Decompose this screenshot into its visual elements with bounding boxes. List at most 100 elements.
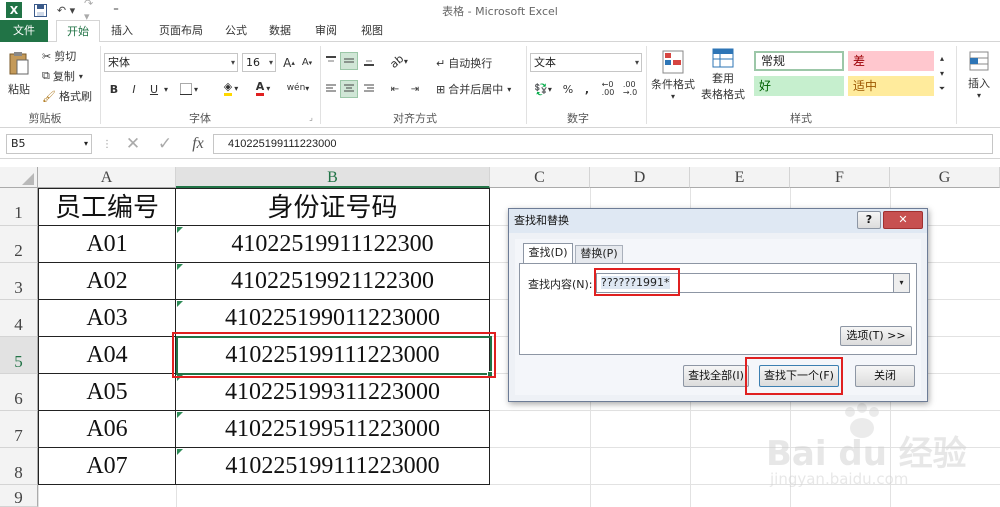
row-header-7[interactable]: 7: [0, 411, 38, 448]
options-button[interactable]: 选项(T) >>: [840, 326, 912, 346]
tab-file[interactable]: 文件: [0, 20, 48, 42]
row-header-9[interactable]: 9: [0, 485, 38, 507]
merge-center-button[interactable]: ⊞ 合并后居中 ▾: [436, 80, 511, 98]
bold-button[interactable]: B: [106, 80, 122, 98]
font-color-button[interactable]: A ▾: [250, 78, 276, 98]
tab-page-layout[interactable]: 页面布局: [150, 20, 212, 42]
decrease-decimal-button[interactable]: .00 →.0: [620, 80, 640, 98]
table-cell-id[interactable]: A06: [39, 411, 176, 448]
select-all-corner[interactable]: [0, 167, 38, 188]
table-cell-id[interactable]: A07: [39, 448, 176, 485]
formula-input[interactable]: 410225199111223000: [213, 134, 993, 154]
conditional-format-button[interactable]: 条件格式 ▾: [650, 46, 696, 104]
copy-button[interactable]: ⧉ 复制 ▾: [42, 68, 83, 84]
increase-indent-button[interactable]: ⇥: [406, 80, 424, 98]
tab-data[interactable]: 数据: [262, 20, 298, 42]
brush-icon: 🖌: [42, 89, 56, 103]
table-cell-idcard[interactable]: 410225199311223000: [176, 374, 490, 411]
number-format-select[interactable]: 文本 ▾: [530, 53, 642, 72]
shrink-font-button[interactable]: A ▾: [298, 54, 316, 71]
format-painter-button[interactable]: 🖌 格式刷: [42, 88, 92, 104]
style-bad[interactable]: 差: [848, 51, 934, 71]
column-header-g[interactable]: G: [890, 167, 1000, 188]
table-cell-id[interactable]: A02: [39, 263, 176, 300]
dialog-close-button[interactable]: ✕: [883, 211, 923, 229]
italic-button[interactable]: I: [126, 80, 142, 98]
insert-function-icon[interactable]: fx: [186, 134, 210, 154]
row-header-6[interactable]: 6: [0, 374, 38, 411]
comma-button[interactable]: ,: [580, 80, 594, 98]
number-group-label: 数字: [567, 112, 589, 125]
tab-review[interactable]: 审阅: [308, 20, 344, 42]
column-header-d[interactable]: D: [590, 167, 690, 188]
column-header-f[interactable]: F: [790, 167, 890, 188]
borders-button[interactable]: ▾: [176, 80, 202, 98]
tab-replace[interactable]: 替换(P): [575, 245, 623, 263]
underline-dropdown[interactable]: ▾: [162, 80, 170, 98]
row-header-1[interactable]: 1: [0, 188, 38, 226]
find-what-dropdown[interactable]: ▾: [893, 274, 909, 292]
row-header-8[interactable]: 8: [0, 448, 38, 485]
confirm-entry-icon[interactable]: ✓: [154, 134, 176, 154]
cut-button[interactable]: ✂ 剪切: [42, 48, 76, 64]
paste-button[interactable]: 粘贴: [4, 46, 34, 102]
format-as-table-button[interactable]: 套用 表格格式: [696, 46, 750, 104]
dialog-help-button[interactable]: ?: [857, 211, 881, 229]
column-header-c[interactable]: C: [490, 167, 590, 188]
row-header-2[interactable]: 2: [0, 226, 38, 263]
tab-view[interactable]: 视图: [354, 20, 390, 42]
column-header-a[interactable]: A: [38, 167, 176, 188]
tab-formulas[interactable]: 公式: [218, 20, 254, 42]
formula-bar-grip[interactable]: ⋮: [102, 138, 112, 150]
table-cell-id[interactable]: A01: [39, 226, 176, 263]
style-neutral[interactable]: 适中: [848, 76, 934, 96]
styles-scroll-up[interactable]: ▴: [936, 51, 948, 65]
styles-scroll-down[interactable]: ▾: [936, 66, 948, 80]
fill-color-button[interactable]: ◈ ▾: [218, 78, 244, 98]
grow-font-button[interactable]: A ▴: [280, 54, 298, 71]
align-middle-button[interactable]: [340, 52, 358, 70]
decrease-indent-button[interactable]: ⇤: [386, 80, 404, 98]
column-header-e[interactable]: E: [690, 167, 790, 188]
align-bottom-button[interactable]: [360, 52, 378, 70]
name-box[interactable]: B5 ▾: [6, 134, 92, 154]
underline-button[interactable]: U: [146, 80, 162, 98]
insert-cells-button[interactable]: 插入 ▾: [962, 46, 996, 104]
tab-find[interactable]: 查找(D): [523, 243, 573, 263]
font-name-select[interactable]: 宋体 ▾: [104, 53, 238, 72]
align-center-button[interactable]: [340, 80, 358, 98]
font-dialog-launcher-icon[interactable]: ⌟: [306, 112, 316, 122]
tab-insert[interactable]: 插入: [104, 20, 140, 42]
align-top-icon: [326, 56, 336, 62]
row-header-5[interactable]: 5: [0, 337, 38, 374]
wrap-text-button[interactable]: ↵ 自动换行: [436, 54, 492, 72]
table-cell-idcard[interactable]: 41022519921122300: [176, 263, 490, 300]
cancel-entry-icon[interactable]: ✕: [122, 134, 144, 154]
align-left-button[interactable]: [322, 80, 340, 98]
table-header-cell[interactable]: 身份证号码: [176, 189, 490, 226]
table-cell-id[interactable]: A03: [39, 300, 176, 337]
align-top-button[interactable]: [322, 52, 340, 70]
increase-decimal-button[interactable]: ←0.00: [598, 80, 618, 98]
phonetic-button[interactable]: wén ▾: [286, 78, 310, 98]
accounting-format-button[interactable]: 💱 ▾: [530, 80, 556, 98]
percent-button[interactable]: %: [560, 80, 576, 98]
tab-home[interactable]: 开始: [56, 20, 100, 43]
table-cell-idcard[interactable]: 410225199111223000: [176, 448, 490, 485]
table-cell-id[interactable]: A04: [39, 337, 176, 374]
table-cell-id[interactable]: A05: [39, 374, 176, 411]
find-all-button[interactable]: 查找全部(I): [683, 365, 749, 387]
style-good[interactable]: 好: [754, 76, 844, 96]
column-header-b[interactable]: B: [176, 167, 490, 188]
table-cell-idcard[interactable]: 41022519911122300: [176, 226, 490, 263]
style-normal[interactable]: 常规: [754, 51, 844, 71]
row-header-4[interactable]: 4: [0, 300, 38, 337]
table-header-cell[interactable]: 员工编号: [39, 189, 176, 226]
font-size-select[interactable]: 16 ▾: [242, 53, 276, 72]
table-cell-idcard[interactable]: 410225199511223000: [176, 411, 490, 448]
orientation-button[interactable]: ab ▾: [386, 52, 412, 71]
styles-more[interactable]: ⏷: [936, 82, 948, 96]
close-dialog-button[interactable]: 关闭: [855, 365, 915, 387]
align-right-button[interactable]: [360, 80, 378, 98]
row-header-3[interactable]: 3: [0, 263, 38, 300]
